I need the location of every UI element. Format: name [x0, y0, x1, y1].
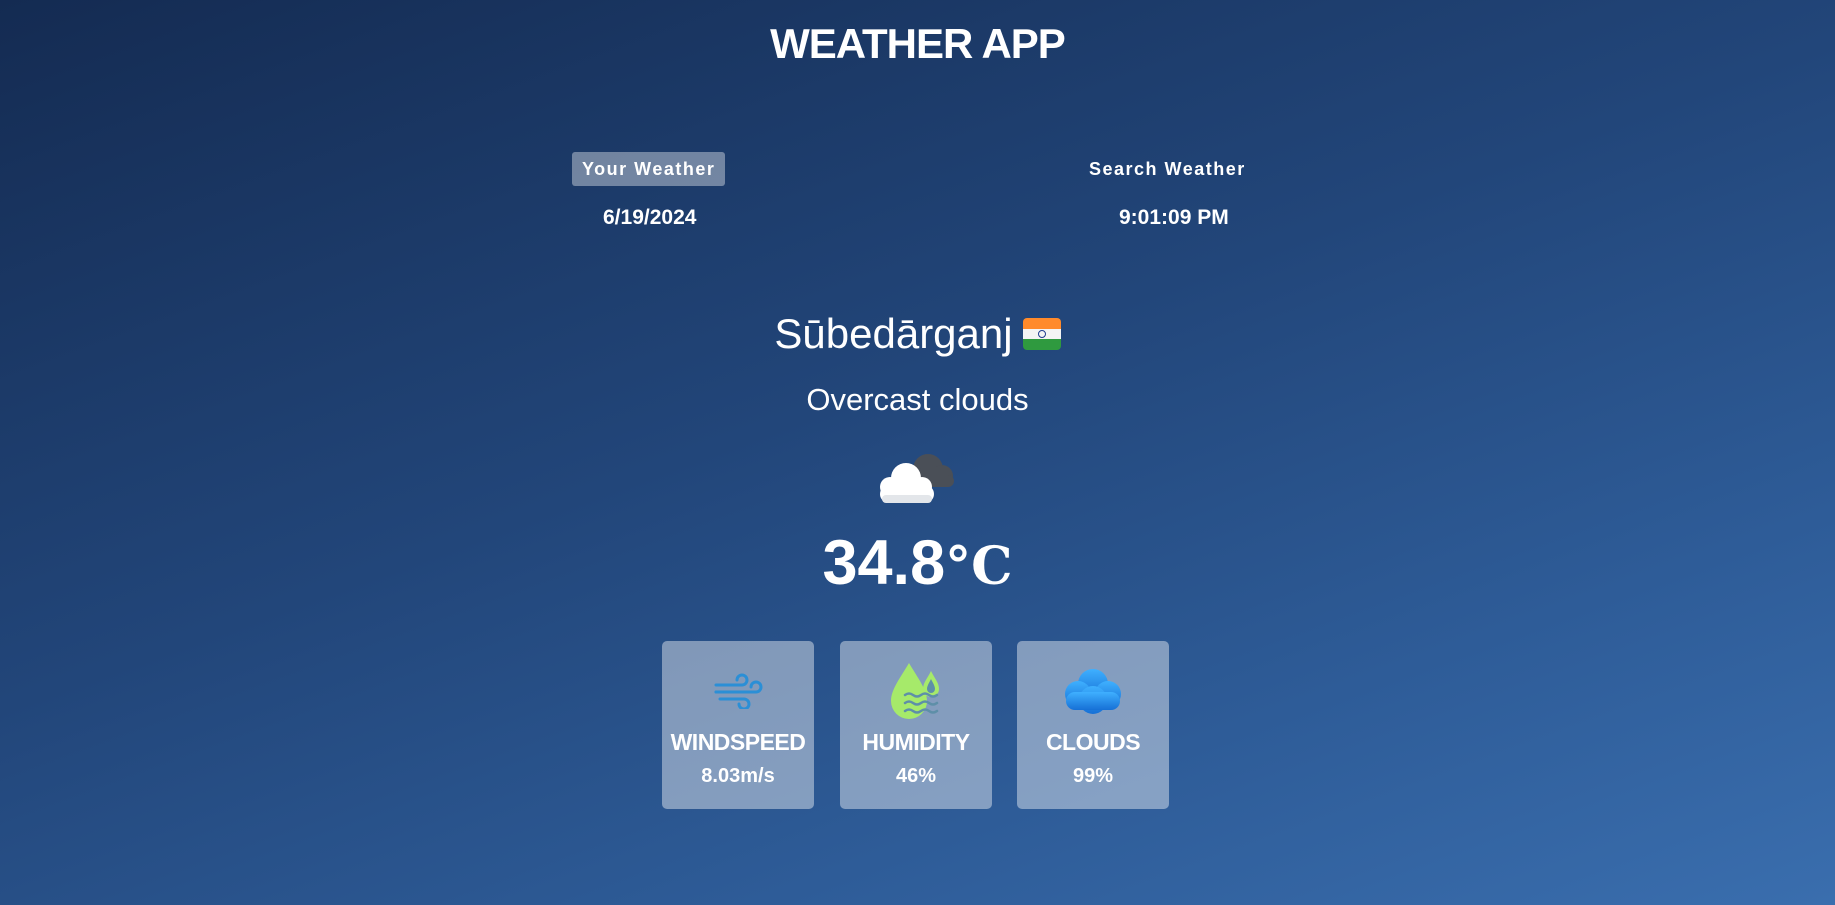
clouds-value: 99%	[1072, 765, 1114, 787]
humidity-label: HUMIDITY	[862, 729, 970, 755]
humidity-value: 46%	[895, 765, 937, 787]
current-time: 9:01:09 PM	[1119, 206, 1229, 229]
weather-description: Overcast clouds	[806, 382, 1029, 417]
windspeed-value: 8.03m/s	[701, 765, 775, 787]
wind-icon	[662, 661, 814, 721]
tab-your-weather[interactable]: Your Weather	[572, 152, 726, 186]
temperature: 34.8°C	[0, 527, 1835, 599]
windspeed-card: WINDSPEED 8.03m/s	[662, 641, 814, 809]
humidity-icon	[840, 661, 992, 721]
temperature-unit: °C	[945, 536, 1013, 597]
city-name: Sūbedārganj	[774, 310, 1013, 357]
cloud-icon	[1017, 661, 1169, 721]
humidity-card: HUMIDITY 46%	[840, 641, 992, 809]
temperature-value: 34.8	[822, 528, 946, 598]
city-heading: Sūbedārganj	[0, 310, 1835, 358]
current-date: 6/19/2024	[603, 206, 697, 229]
tab-search-weather[interactable]: Search Weather	[1079, 152, 1256, 186]
clouds-card: CLOUDS 99%	[1017, 641, 1169, 809]
flag-india-icon	[1022, 318, 1061, 350]
overcast-cloud-icon	[872, 445, 958, 505]
windspeed-label: WINDSPEED	[670, 729, 806, 755]
app-title: WEATHER APP	[770, 20, 1066, 67]
clouds-label: CLOUDS	[1045, 729, 1141, 755]
